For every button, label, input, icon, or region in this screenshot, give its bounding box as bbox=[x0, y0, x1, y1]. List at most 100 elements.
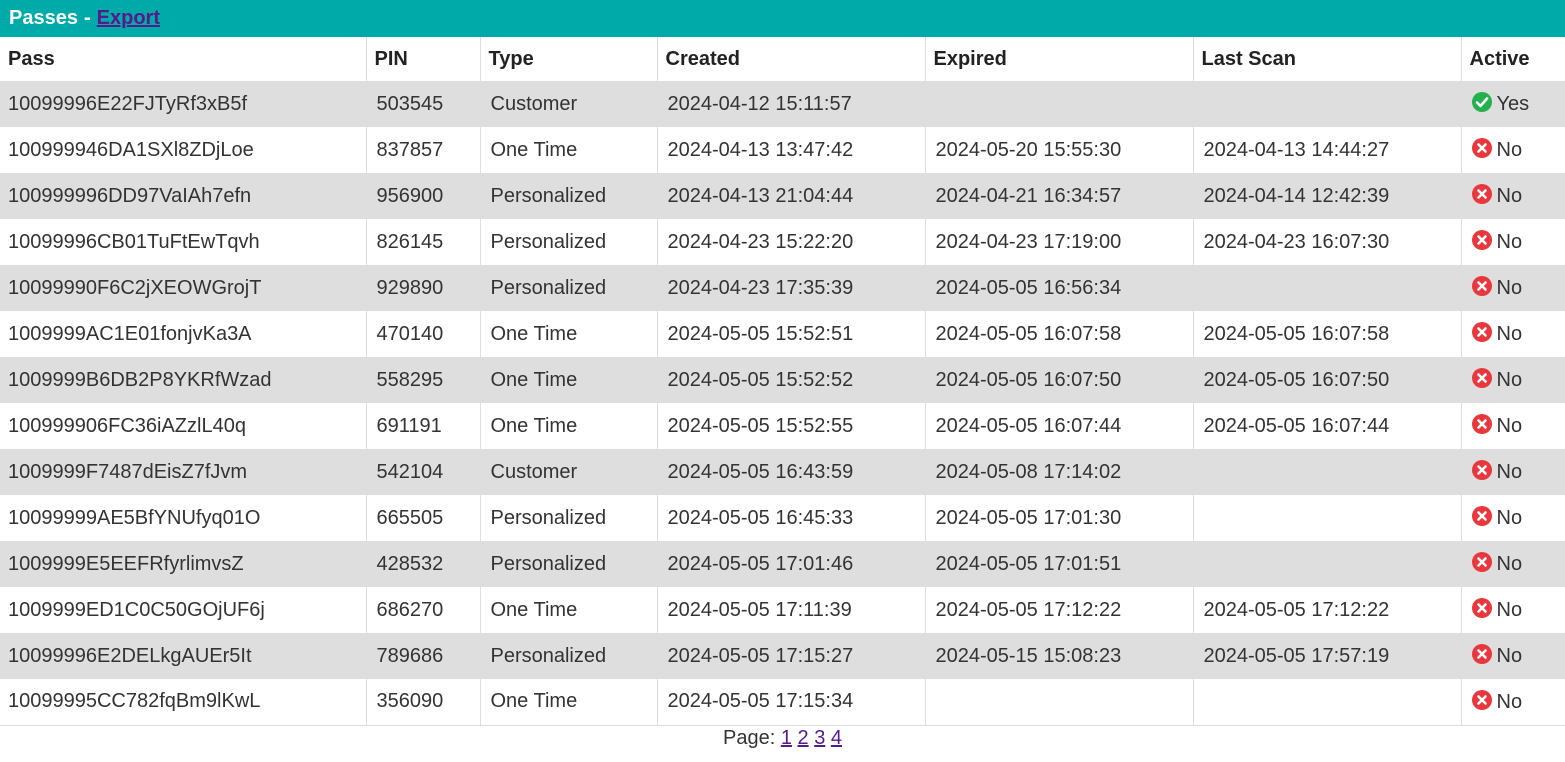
cell-expired: 2024-05-05 16:07:58 bbox=[925, 311, 1194, 357]
export-link[interactable]: Export bbox=[97, 7, 160, 30]
cell-last-scan bbox=[1193, 81, 1462, 127]
table-header-row: Pass PIN Type Created Expired Last Scan … bbox=[0, 37, 1565, 81]
cell-created: 2024-04-13 21:04:44 bbox=[657, 173, 926, 219]
cell-last-scan: 2024-04-23 16:07:30 bbox=[1193, 219, 1462, 265]
table-row[interactable]: 10099996CB01TuFtEwTqvh 826145 Personalized… bbox=[0, 219, 1565, 265]
page-title: Passes bbox=[9, 7, 78, 29]
cell-active: No bbox=[1461, 127, 1565, 173]
cell-pin: 929890 bbox=[366, 265, 481, 311]
cell-pass: 10099999AE5BfYNUfyq01O bbox=[0, 495, 367, 541]
cell-type: One Time bbox=[480, 587, 658, 633]
cell-expired: 2024-05-05 16:56:34 bbox=[925, 265, 1194, 311]
active-label: No bbox=[1496, 231, 1523, 253]
table-row[interactable]: 1009999E5EEFRfyrlimvsZ 428532 Personalized… bbox=[0, 541, 1565, 587]
cell-pin: 826145 bbox=[366, 219, 481, 265]
cell-created: 2024-05-05 17:15:27 bbox=[657, 633, 926, 679]
cell-created: 2024-05-05 16:43:59 bbox=[657, 449, 926, 495]
cell-last-scan: 2024-05-05 17:57:19 bbox=[1193, 633, 1462, 679]
cell-type: One Time bbox=[480, 403, 658, 449]
cell-active: No bbox=[1461, 587, 1565, 633]
column-header-pass[interactable]: Pass bbox=[0, 37, 367, 81]
cell-created: 2024-05-05 17:15:34 bbox=[657, 679, 926, 725]
cell-pass: 1009999B6DB2P8YKRfWzad bbox=[0, 357, 367, 403]
cell-expired bbox=[925, 81, 1194, 127]
passes-table: Pass PIN Type Created Expired Last Scan … bbox=[0, 37, 1565, 726]
page-link-3[interactable]: 3 bbox=[814, 727, 825, 749]
column-header-created[interactable]: Created bbox=[657, 37, 926, 81]
cell-active: No bbox=[1461, 541, 1565, 587]
cell-pin: 503545 bbox=[366, 81, 481, 127]
x-circle-icon bbox=[1471, 184, 1492, 204]
table-row[interactable]: 10099996E2DELkgAUEr5It 789686 Personalized… bbox=[0, 633, 1565, 679]
cell-type: Personalized bbox=[480, 541, 658, 587]
cell-created: 2024-04-23 17:35:39 bbox=[657, 265, 926, 311]
cell-last-scan: 2024-05-05 16:07:50 bbox=[1193, 357, 1462, 403]
cell-active: No bbox=[1461, 403, 1565, 449]
table-row[interactable]: 1009999AC1E01fonjvKa3A 470140 One Time 2024… bbox=[0, 311, 1565, 357]
cell-type: Personalized bbox=[480, 265, 658, 311]
column-header-type[interactable]: Type bbox=[480, 37, 658, 81]
cell-created: 2024-04-12 15:11:57 bbox=[657, 81, 926, 127]
x-circle-icon bbox=[1471, 689, 1492, 710]
cell-pin: 789686 bbox=[366, 633, 481, 679]
cell-created: 2024-04-13 13:47:42 bbox=[657, 127, 926, 173]
cell-expired: 2024-05-05 17:01:30 bbox=[925, 495, 1194, 541]
cell-pin: 470140 bbox=[366, 311, 481, 357]
cell-type: Personalized bbox=[480, 633, 658, 679]
cell-pass: 1009999AC1E01fonjvKa3A bbox=[0, 311, 367, 357]
cell-last-scan: 2024-05-05 16:07:44 bbox=[1193, 403, 1462, 449]
pagination: Page: 1 2 3 4 bbox=[0, 726, 1565, 750]
x-circle-icon bbox=[1471, 138, 1492, 158]
active-label: No bbox=[1496, 645, 1523, 667]
cell-type: Customer bbox=[480, 449, 658, 495]
active-label: No bbox=[1496, 461, 1523, 483]
cell-expired: 2024-05-05 17:01:51 bbox=[925, 541, 1194, 587]
table-row[interactable]: 100999906FC36iAZzlL40q 691191 One Time 2024… bbox=[0, 403, 1565, 449]
cell-active: No bbox=[1461, 173, 1565, 219]
header-bar: Passes - Export bbox=[0, 0, 1565, 37]
cell-pass: 10099996E2DELkgAUEr5It bbox=[0, 633, 367, 679]
page-link-4[interactable]: 4 bbox=[831, 727, 842, 749]
x-circle-icon bbox=[1471, 598, 1492, 618]
cell-active: No bbox=[1461, 265, 1565, 311]
table-row[interactable]: 10099999AE5BfYNUfyq01O 665505 Personalized… bbox=[0, 495, 1565, 541]
cell-expired: 2024-05-05 16:07:44 bbox=[925, 403, 1194, 449]
pagination-label: Page: bbox=[722, 726, 776, 749]
cell-active: No bbox=[1461, 495, 1565, 541]
active-label: No bbox=[1496, 599, 1523, 621]
cell-expired: 2024-04-21 16:34:57 bbox=[925, 173, 1194, 219]
cell-pin: 691191 bbox=[366, 403, 481, 449]
table-row[interactable]: 1009999ED1C0C50GOjUF6j 686270 One Time 2024… bbox=[0, 587, 1565, 633]
cell-type: Personalized bbox=[480, 219, 658, 265]
table-row[interactable]: 10099990F6C2jXEOWGrojT 929890 Personalized… bbox=[0, 265, 1565, 311]
cell-expired: 2024-05-20 15:55:30 bbox=[925, 127, 1194, 173]
x-circle-icon bbox=[1471, 644, 1492, 664]
cell-pass: 1009999E5EEFRfyrlimvsZ bbox=[0, 541, 367, 587]
cell-pass: 10099996E22FJTyRf3xB5f bbox=[0, 81, 367, 127]
cell-type: One Time bbox=[480, 357, 658, 403]
table-row[interactable]: 10099995CC782fqBm9lKwL 356090 One Time 2024… bbox=[0, 679, 1565, 725]
active-label: No bbox=[1496, 323, 1523, 345]
cell-pin: 428532 bbox=[366, 541, 481, 587]
table-row[interactable]: 100999996DD97VaIAh7efn 956900 Personalized… bbox=[0, 173, 1565, 219]
table-row[interactable]: 100999946DA1SXl8ZDjLoe 837857 One Time 2024… bbox=[0, 127, 1565, 173]
cell-last-scan: 2024-05-05 16:07:58 bbox=[1193, 311, 1462, 357]
table-row[interactable]: 1009999F7487dEisZ7fJvm 542104 Customer 2024… bbox=[0, 449, 1565, 495]
column-header-active[interactable]: Active bbox=[1461, 37, 1565, 81]
cell-last-scan bbox=[1193, 265, 1462, 311]
page-link-1[interactable]: 1 bbox=[781, 727, 792, 749]
cell-created: 2024-05-05 17:01:46 bbox=[657, 541, 926, 587]
cell-created: 2024-05-05 15:52:52 bbox=[657, 357, 926, 403]
page-link-2[interactable]: 2 bbox=[798, 727, 809, 749]
column-header-expired[interactable]: Expired bbox=[925, 37, 1194, 81]
table-row[interactable]: 10099996E22FJTyRf3xB5f 503545 Customer 2024… bbox=[0, 81, 1565, 127]
column-header-last-scan[interactable]: Last Scan bbox=[1193, 37, 1462, 81]
cell-active: No bbox=[1461, 357, 1565, 403]
cell-pass: 100999906FC36iAZzlL40q bbox=[0, 403, 367, 449]
active-label: No bbox=[1496, 415, 1523, 437]
cell-active: No bbox=[1461, 633, 1565, 679]
active-label: No bbox=[1496, 185, 1523, 207]
table-row[interactable]: 1009999B6DB2P8YKRfWzad 558295 One Time 2024… bbox=[0, 357, 1565, 403]
column-header-pin[interactable]: PIN bbox=[366, 37, 481, 81]
active-label: No bbox=[1496, 369, 1523, 391]
